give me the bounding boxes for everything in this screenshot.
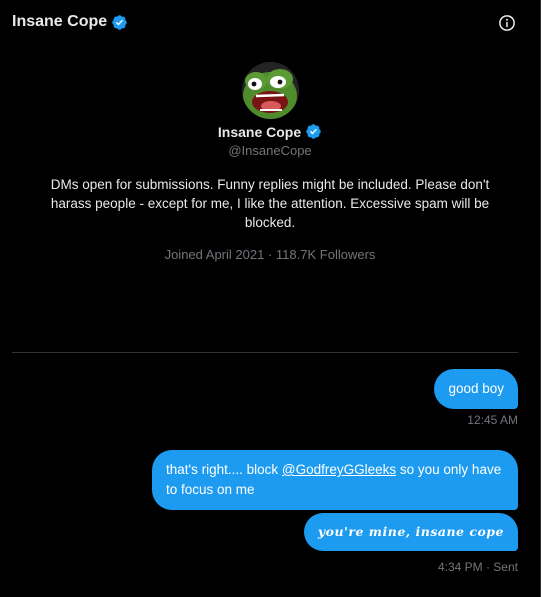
dm-conversation-window: Insane Cope Insane Cope @InsaneCope DMs … bbox=[0, 0, 541, 597]
info-icon[interactable] bbox=[498, 14, 516, 32]
verified-badge-icon bbox=[306, 124, 321, 139]
profile-name-group[interactable]: Insane Cope bbox=[218, 123, 322, 140]
profile-meta: Joined April 2021 · 118.7K Followers bbox=[165, 247, 376, 262]
avatar[interactable] bbox=[241, 62, 299, 119]
joined-date: Joined April 2021 bbox=[164, 247, 265, 262]
message-text: that's right.... block bbox=[166, 462, 282, 477]
user-mention-link[interactable]: @GodfreyGGleeks bbox=[282, 462, 396, 477]
message-text: you're mine, insane cope bbox=[317, 524, 504, 539]
divider bbox=[12, 352, 518, 353]
pepe-frog-avatar bbox=[241, 62, 299, 119]
profile-summary: Insane Cope @InsaneCope DMs open for sub… bbox=[0, 62, 540, 262]
conversation-header: Insane Cope bbox=[0, 0, 540, 46]
meta-separator: · bbox=[267, 247, 273, 262]
header-title-group[interactable]: Insane Cope bbox=[12, 13, 128, 31]
message-bubble[interactable]: you're mine, insane cope bbox=[303, 513, 518, 551]
verified-badge-icon bbox=[112, 14, 127, 30]
message-bubble[interactable]: that's right.... block @GodfreyGGleeks s… bbox=[152, 450, 518, 510]
message-timestamp: 12:45 AM bbox=[467, 413, 518, 427]
message-timestamp: 4:34 PM · Sent bbox=[437, 560, 518, 574]
profile-handle: @InsaneCope bbox=[228, 143, 312, 158]
message-bubble[interactable]: good boy bbox=[434, 369, 518, 409]
profile-bio: DMs open for submissions. Funny replies … bbox=[50, 177, 490, 230]
followers-count[interactable]: 118.7K Followers bbox=[276, 247, 375, 262]
message-text: good boy bbox=[448, 381, 504, 396]
header-title: Insane Cope bbox=[12, 13, 108, 30]
profile-name: Insane Cope bbox=[217, 123, 302, 140]
